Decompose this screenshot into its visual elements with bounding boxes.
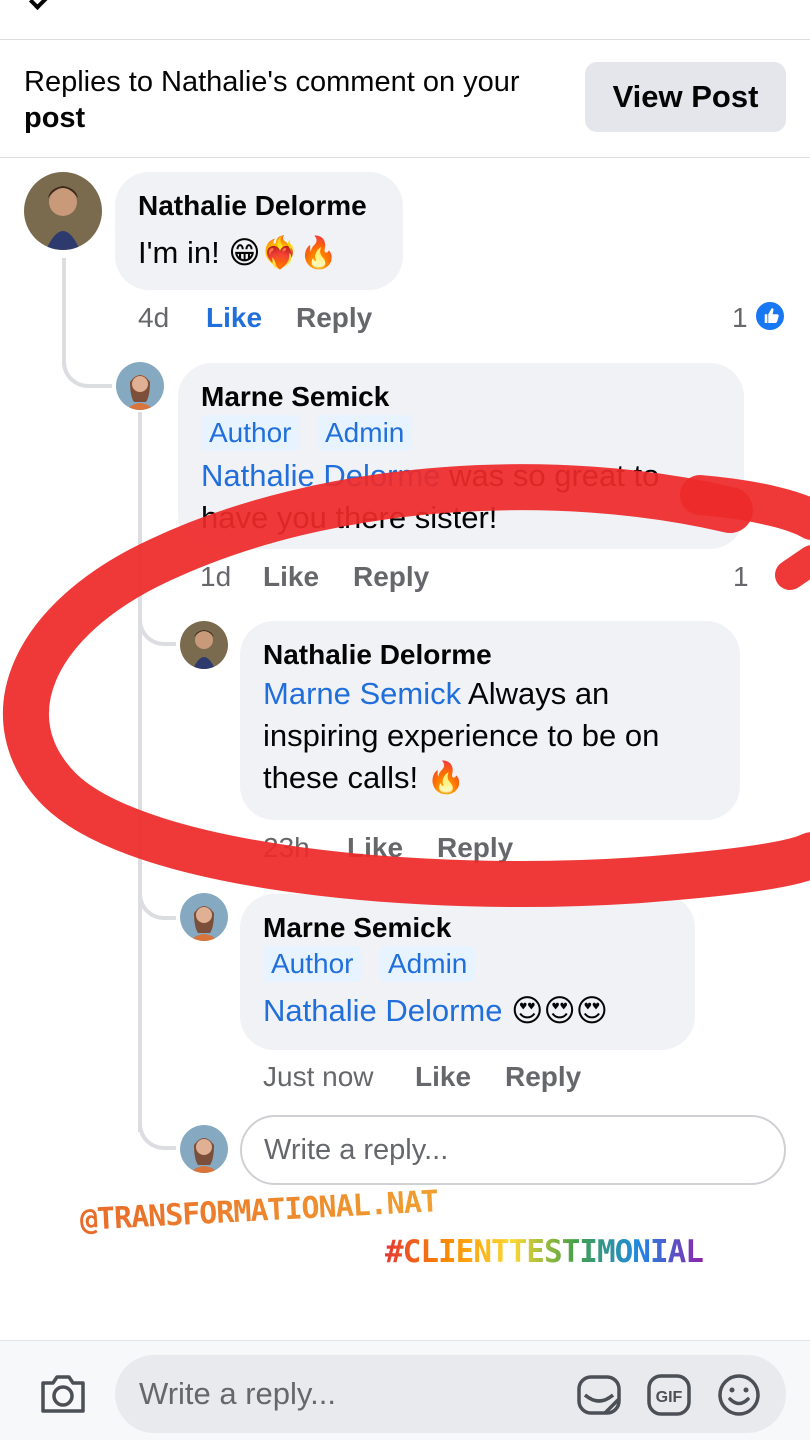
- comment-text-line3: these calls!: [263, 760, 419, 795]
- comment-text: I'm in! 😁❤️‍🔥🔥: [138, 232, 338, 274]
- like-button[interactable]: Like: [347, 832, 403, 864]
- thread-line: [138, 412, 142, 1132]
- thread-connector: [138, 1100, 176, 1150]
- commenter-name[interactable]: Marne Semick: [201, 381, 389, 413]
- bottom-composer-bar: GIF: [0, 1340, 810, 1440]
- mention-link[interactable]: Nathalie Delorme: [201, 458, 441, 493]
- commenter-name[interactable]: Marne Semick: [263, 912, 451, 944]
- reply-button[interactable]: Reply: [353, 561, 429, 593]
- reply-button[interactable]: Reply: [437, 832, 513, 864]
- gif-label: GIF: [656, 1389, 683, 1406]
- replies-header: Replies to Nathalie's comment on your po…: [0, 40, 810, 158]
- camera-icon[interactable]: [38, 1371, 88, 1420]
- like-button[interactable]: Like: [206, 302, 262, 334]
- hashtag-label: #CLIENTTESTIMONIAL: [385, 1234, 704, 1270]
- comment-bubble: Nathalie Delorme I'm in! 😁❤️‍🔥🔥: [115, 172, 403, 290]
- avatar-current-user: [180, 1125, 228, 1173]
- commenter-name[interactable]: Nathalie Delorme: [138, 190, 367, 222]
- comment-timestamp: Just now: [263, 1061, 374, 1092]
- comment-timestamp: 1d: [200, 561, 232, 592]
- comment-emojis: 😍😍😍: [511, 993, 609, 1028]
- author-badge: Author: [263, 946, 362, 982]
- comment-bubble: Marne Semick Author Admin Nathalie Delor…: [178, 363, 744, 549]
- reply-button[interactable]: Reply: [505, 1061, 581, 1093]
- admin-badge: Admin: [380, 946, 476, 982]
- reaction-count[interactable]: 1: [733, 561, 749, 593]
- comment-text: Marne Semick Always an inspiring experie…: [263, 673, 733, 799]
- comment-text-line2: inspiring experience to be on: [263, 718, 660, 753]
- comment-text-body: I'm in!: [138, 235, 220, 270]
- instagram-handle: @TRANSFORMATIONAL.NAT: [79, 1184, 439, 1238]
- commenter-name[interactable]: Nathalie Delorme: [263, 639, 492, 671]
- mention-link[interactable]: Nathalie Delorme: [263, 993, 503, 1028]
- avatar-nathalie[interactable]: [24, 172, 102, 250]
- reaction-count[interactable]: 1: [732, 302, 748, 334]
- top-bar: [0, 0, 810, 40]
- comment-text: Nathalie Delorme was so great to have yo…: [201, 455, 731, 539]
- thread-connector: [62, 258, 112, 388]
- view-post-button[interactable]: View Post: [585, 62, 786, 132]
- sticker-icon[interactable]: [575, 1373, 623, 1422]
- emoji-icon[interactable]: [717, 1373, 761, 1422]
- comment-text: Nathalie Delorme 😍😍😍: [263, 990, 608, 1032]
- thread-connector: [138, 880, 176, 920]
- comment-timestamp: 4d: [138, 302, 170, 333]
- thread-connector: [138, 600, 176, 646]
- reply-button[interactable]: Reply: [296, 302, 372, 334]
- avatar-marne[interactable]: [116, 362, 164, 410]
- gif-icon[interactable]: GIF: [646, 1373, 692, 1422]
- like-reaction-icon: [754, 300, 786, 332]
- mention-link[interactable]: Marne Semick: [263, 676, 461, 711]
- comment-bubble: Nathalie Delorme Marne Semick Always an …: [240, 621, 740, 820]
- comment-text-line1: Always an: [468, 676, 610, 711]
- author-badge: Author: [201, 415, 300, 451]
- avatar-nathalie[interactable]: [180, 621, 228, 669]
- comment-bubble: Marne Semick Author Admin Nathalie Delor…: [240, 894, 695, 1050]
- replies-header-post-link[interactable]: post: [24, 102, 85, 134]
- avatar-marne[interactable]: [180, 893, 228, 941]
- comment-timestamp: 23h: [263, 832, 310, 863]
- replies-header-label: Replies to Nathalie's comment on your: [24, 66, 520, 98]
- like-button[interactable]: Like: [263, 561, 319, 593]
- like-button[interactable]: Like: [415, 1061, 471, 1093]
- back-arrow-icon[interactable]: [28, 0, 54, 11]
- replies-header-text: Replies to Nathalie's comment on your po…: [24, 64, 584, 136]
- thread-reply-input[interactable]: [240, 1115, 786, 1185]
- admin-badge: Admin: [317, 415, 413, 451]
- comment-emojis: 🔥: [426, 760, 466, 795]
- comment-emojis: 😁❤️‍🔥🔥: [228, 235, 338, 270]
